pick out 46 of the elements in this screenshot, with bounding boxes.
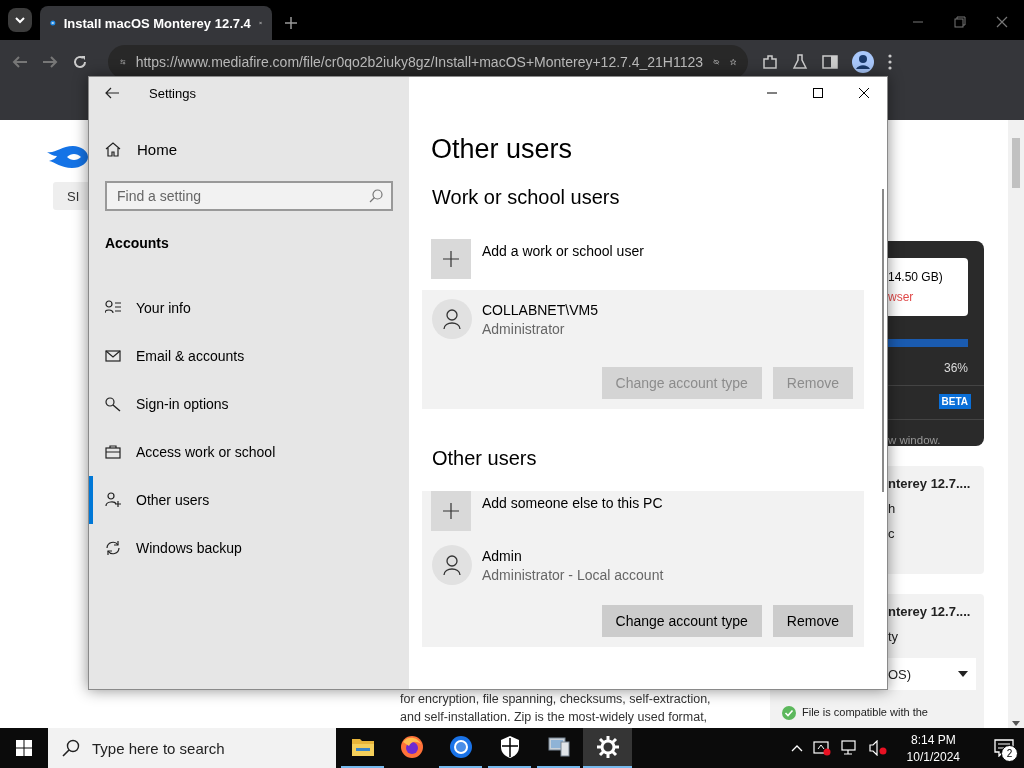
compat-text: File is compatible with the (802, 706, 928, 718)
group-heading: Work or school users (432, 185, 621, 210)
notification-count: 2 (1001, 745, 1018, 762)
warning-text: wser (888, 290, 915, 304)
clock-date: 10/1/2024 (906, 749, 960, 764)
note-text: w window. (888, 434, 942, 446)
account-card[interactable]: Admin Administrator - Local account Change account type Remove (422, 539, 864, 647)
section-heading: Accounts (105, 235, 170, 251)
os-select[interactable]: OS) (888, 658, 976, 690)
nav-item[interactable]: Windows backup (89, 524, 409, 572)
description-line: for encryption, file spanning, checksums, self-extraction, (400, 691, 712, 708)
progress-percent: 36% (942, 361, 968, 375)
card-text: ty (888, 629, 900, 644)
account-action-button[interactable]: Remove (772, 605, 853, 637)
add-user-button[interactable]: Add a work or school user (422, 239, 864, 279)
add-user-button[interactable]: Add someone else to this PC (422, 491, 864, 539)
account-action-button[interactable]: Change account type (601, 605, 762, 637)
page-heading: Other users (431, 133, 574, 166)
browser-tab[interactable]: Install macOS Monterey 12.7.4 (40, 6, 272, 40)
beta-badge: BETA (938, 394, 971, 409)
account-name: Admin (482, 547, 523, 564)
card-text: c (888, 526, 896, 541)
card-title: nterey 12.7.... (888, 476, 972, 491)
select-value: OS) (888, 666, 912, 682)
nav-item[interactable]: Access work or school (89, 428, 409, 476)
window-title: Settings (149, 85, 196, 101)
card-title: nterey 12.7.... (888, 604, 972, 619)
account-role: Administrator (482, 320, 566, 337)
search-field[interactable]: Find a setting (105, 181, 393, 211)
clock[interactable]: 8:14 PM 10/1/2024 (900, 731, 966, 765)
nav-item[interactable]: Other users (89, 476, 409, 524)
address-bar[interactable]: https://www.mediafire.com/file/cr0qo2b2iuky8gz/Install+macOS+Monterey+12.7.4_21H1123 (108, 45, 748, 79)
card-text: h (888, 501, 897, 516)
account-name: COLLABNET\VM5 (482, 301, 598, 318)
description-line: and self-installation. Zip is the most-widely used format, (400, 709, 709, 726)
notification-button[interactable]: 2 (984, 728, 1024, 768)
clock-time: 8:14 PM (910, 732, 956, 747)
search-field[interactable]: Type here to search (48, 728, 336, 768)
group-heading: Other users (432, 446, 538, 471)
account-role: Administrator - Local account (482, 566, 664, 583)
sign-in-button[interactable]: SI (53, 182, 88, 210)
nav-item[interactable]: Sign-in options (89, 380, 409, 428)
file-size: 14.50 GB) (888, 270, 944, 284)
home-link[interactable]: Home (89, 133, 409, 165)
nav-item[interactable]: Email & accounts (89, 332, 409, 380)
nav-item[interactable]: Your info (89, 284, 409, 332)
